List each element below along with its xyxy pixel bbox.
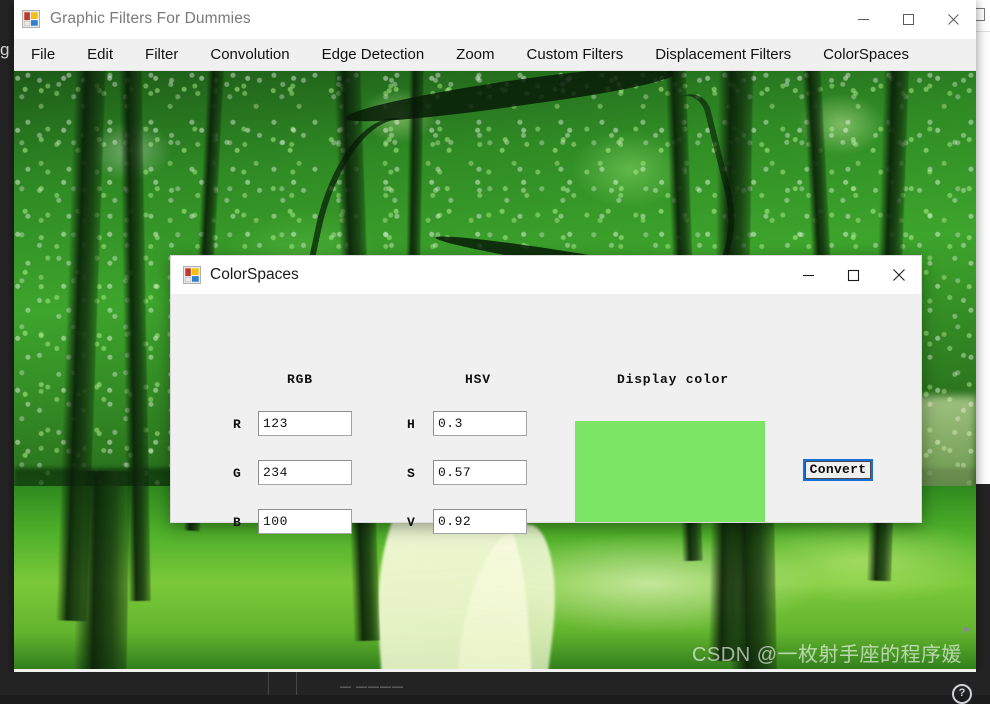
color-preview-swatch [575,421,765,522]
menu-item-edit[interactable]: Edit [84,44,116,65]
blue-input[interactable] [258,509,352,534]
menu-item-custom-filters[interactable]: Custom Filters [524,44,627,65]
hue-input[interactable] [433,411,527,436]
dialog-body: RGB HSV Display color R G B H S V Conver… [171,294,921,534]
label-s: S [407,466,416,481]
dialog-window-controls [786,256,921,294]
dialog-title: ColorSpaces [210,266,299,283]
maximize-icon [847,269,860,281]
minimize-button[interactable] [841,0,886,38]
red-input[interactable] [258,411,352,436]
main-titlebar: Graphic Filters For Dummies [14,0,976,39]
menu-item-filter[interactable]: Filter [142,44,181,65]
label-r: R [233,417,242,432]
maximize-icon [903,13,914,25]
display-color-header: Display color [617,372,729,387]
hsv-column-header: HSV [465,372,491,387]
desktop-background: g ( Graphic Filters For Dummies [0,0,990,704]
close-button[interactable] [931,0,976,38]
windows-forms-icon [22,10,40,28]
menu-item-file[interactable]: File [28,44,58,65]
main-window-controls [841,0,976,38]
menu-item-edge-detection[interactable]: Edge Detection [319,44,428,65]
green-input[interactable] [258,460,352,485]
menu-item-displacement-filters[interactable]: Displacement Filters [652,44,794,65]
convert-button[interactable]: Convert [803,459,873,481]
menu-item-zoom[interactable]: Zoom [453,44,497,65]
rgb-column-header: RGB [287,372,313,387]
label-b: B [233,515,242,530]
label-g: G [233,466,242,481]
main-window-title: Graphic Filters For Dummies [50,10,251,27]
dialog-close-button[interactable] [876,256,921,294]
background-window-left-text: g [0,40,10,59]
menu-item-colorspaces[interactable]: ColorSpaces [820,44,912,65]
taskbar-text: — ———— [340,681,405,693]
value-input[interactable] [433,509,527,534]
close-icon [948,13,959,25]
minimize-icon [803,274,814,276]
maximize-button[interactable] [886,0,931,38]
colorspaces-dialog: ColorSpaces RGB HSV Display color R 123 … [170,255,922,534]
scroll-arrow-icon[interactable]: ▶ [964,624,971,635]
label-h: H [407,417,416,432]
saturation-input[interactable] [433,460,527,485]
dialog-maximize-button[interactable] [831,256,876,294]
menu-bar: File Edit Filter Convolution Edge Detect… [14,39,976,71]
windows-forms-icon [183,266,201,284]
label-v: V [407,515,416,530]
convert-button-label: Convert [805,461,871,479]
dialog-titlebar: ColorSpaces [171,256,921,294]
dialog-minimize-button[interactable] [786,256,831,294]
menu-item-convolution[interactable]: Convolution [207,44,292,65]
help-badge[interactable]: ? [952,684,972,704]
minimize-icon [858,18,869,20]
taskbar-strip[interactable]: — ———— ? [0,672,990,704]
close-icon [892,269,905,281]
